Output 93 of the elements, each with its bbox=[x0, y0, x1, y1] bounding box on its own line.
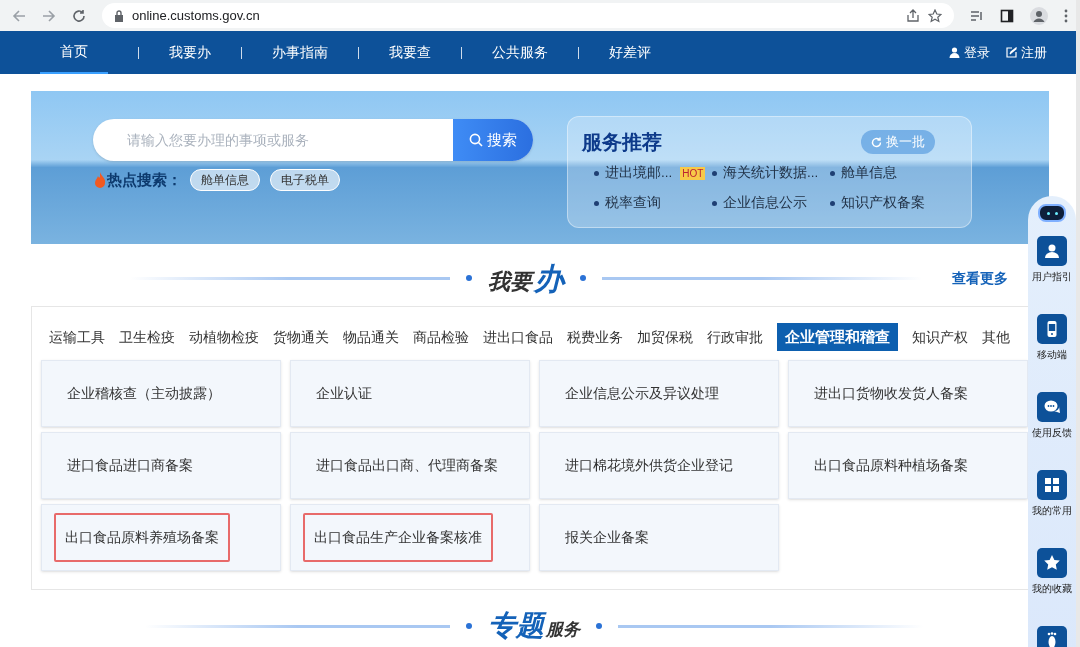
login-link[interactable]: 登录 bbox=[964, 42, 990, 63]
recommend-title: 服务推荐 bbox=[582, 130, 662, 155]
service-label: 企业稽核查（主动披露） bbox=[66, 384, 222, 403]
category-tab[interactable]: 知识产权 bbox=[912, 326, 968, 348]
service-label: 企业信息公示及异议处理 bbox=[564, 384, 720, 403]
category-tab[interactable]: 其他 bbox=[982, 326, 1010, 348]
service-label: 报关企业备案 bbox=[564, 528, 650, 547]
side-panel-icon[interactable] bbox=[1000, 8, 1014, 23]
service-card[interactable]: 进口食品出口商、代理商备案 bbox=[290, 432, 530, 499]
service-card[interactable]: 进出口货物收发货人备案 bbox=[788, 360, 1028, 427]
nav-tab[interactable]: 我要查 bbox=[389, 31, 431, 74]
sidebar-button[interactable] bbox=[1037, 236, 1067, 266]
nav-tab[interactable]: 好差评 bbox=[609, 31, 651, 74]
service-card[interactable]: 出口食品原料养殖场备案 bbox=[41, 504, 281, 571]
share-icon[interactable] bbox=[906, 8, 920, 23]
address-bar[interactable]: online.customs.gov.cn bbox=[102, 3, 954, 28]
refresh-icon bbox=[871, 136, 882, 148]
category-tab[interactable]: 企业管理和稽查 bbox=[777, 322, 898, 352]
profile-icon[interactable] bbox=[1030, 6, 1048, 25]
robot-icon[interactable] bbox=[1038, 204, 1066, 222]
service-label: 出口食品原料种植场备案 bbox=[813, 456, 969, 475]
search-icon bbox=[469, 133, 483, 147]
category-tab[interactable]: 运输工具 bbox=[49, 326, 105, 348]
category-tab[interactable]: 商品检验 bbox=[413, 326, 469, 348]
menu-icon[interactable] bbox=[1064, 8, 1068, 23]
bullet-icon bbox=[830, 200, 835, 206]
service-card[interactable]: 进口棉花境外供货企业登记 bbox=[539, 432, 779, 499]
nav-tab[interactable]: 公共服务 bbox=[492, 31, 548, 74]
service-label: 进出口货物收发货人备案 bbox=[813, 384, 969, 403]
category-tab[interactable]: 加贸保税 bbox=[637, 326, 693, 348]
bullet-icon bbox=[712, 200, 717, 206]
lock-icon bbox=[114, 9, 124, 22]
service-label: 出口食品原料养殖场备案 bbox=[54, 513, 230, 562]
service-label: 进口食品进口商备案 bbox=[66, 456, 194, 475]
service-card[interactable]: 出口食品生产企业备案核准 bbox=[290, 504, 530, 571]
service-label: 企业认证 bbox=[315, 384, 373, 403]
bullet-icon bbox=[830, 170, 835, 176]
bullet-icon bbox=[594, 200, 599, 206]
more-link[interactable]: 查看更多 bbox=[952, 267, 1008, 289]
sidebar-button[interactable] bbox=[1037, 314, 1067, 344]
hot-search-label: 热点搜索： bbox=[107, 170, 182, 190]
service-card[interactable]: 企业信息公示及异议处理 bbox=[539, 360, 779, 427]
user-icon bbox=[949, 47, 960, 58]
nav-tab[interactable]: 办事指南 bbox=[272, 31, 328, 74]
star-icon[interactable] bbox=[928, 8, 942, 23]
recommend-link[interactable]: 海关统计数据... bbox=[723, 163, 819, 184]
playlist-icon[interactable] bbox=[970, 8, 984, 23]
recommend-link[interactable]: 知识产权备案 bbox=[841, 193, 925, 214]
sidebar-label: 移动端 bbox=[1037, 348, 1067, 362]
search-field[interactable]: 请输入您要办理的事项或服务 搜索 bbox=[93, 119, 533, 161]
sidebar-button[interactable] bbox=[1037, 470, 1067, 500]
category-tab[interactable]: 税费业务 bbox=[567, 326, 623, 348]
category-tab[interactable]: 行政审批 bbox=[707, 326, 763, 348]
sidebar-label: 用户指引 bbox=[1032, 270, 1072, 284]
edit-icon bbox=[1006, 47, 1017, 58]
sidebar-label: 我的常用 bbox=[1032, 504, 1072, 518]
section-title: 专题服务 bbox=[488, 609, 580, 643]
category-tab[interactable]: 卫生检疫 bbox=[119, 326, 175, 348]
recommend-link[interactable]: 进出境邮... bbox=[605, 163, 673, 184]
hot-badge: HOT bbox=[680, 166, 706, 180]
search-button[interactable]: 搜索 bbox=[453, 119, 533, 161]
bullet-icon bbox=[712, 170, 717, 176]
recommend-link[interactable]: 税率查询 bbox=[605, 193, 661, 214]
sidebar-label: 使用反馈 bbox=[1032, 426, 1072, 440]
service-card[interactable]: 报关企业备案 bbox=[539, 504, 779, 571]
nav-tab[interactable]: 我要办 bbox=[169, 31, 211, 74]
sidebar-button[interactable] bbox=[1037, 392, 1067, 422]
service-label: 出口食品生产企业备案核准 bbox=[303, 513, 493, 562]
category-tab[interactable]: 动植物检疫 bbox=[189, 326, 259, 348]
category-tab[interactable]: 进出口食品 bbox=[483, 326, 553, 348]
grid-icon bbox=[1042, 475, 1062, 495]
sidebar-button[interactable] bbox=[1037, 548, 1067, 578]
category-tab[interactable]: 物品通关 bbox=[343, 326, 399, 348]
nav-tab[interactable]: 首页 bbox=[40, 31, 108, 74]
category-tab[interactable]: 货物通关 bbox=[273, 326, 329, 348]
reload-icon[interactable] bbox=[72, 8, 86, 23]
recommend-link[interactable]: 企业信息公示 bbox=[723, 193, 807, 214]
hot-search-tag[interactable]: 电子税单 bbox=[270, 169, 340, 192]
sidebar-button[interactable] bbox=[1037, 626, 1067, 647]
flame-icon bbox=[93, 172, 107, 189]
sidebar-label: 我的收藏 bbox=[1032, 582, 1072, 596]
service-label: 进口棉花境外供货企业登记 bbox=[564, 456, 734, 475]
service-label: 进口食品出口商、代理商备案 bbox=[315, 456, 499, 475]
service-card[interactable]: 进口食品进口商备案 bbox=[41, 432, 281, 499]
hot-search-tag[interactable]: 舱单信息 bbox=[190, 169, 260, 192]
bullet-icon bbox=[594, 170, 599, 176]
section-title: 我要办 bbox=[488, 260, 564, 297]
service-card[interactable]: 出口食品原料种植场备案 bbox=[788, 432, 1028, 499]
register-link[interactable]: 注册 bbox=[1021, 42, 1047, 63]
recommend-link[interactable]: 舱单信息 bbox=[841, 163, 897, 184]
service-card[interactable]: 企业认证 bbox=[290, 360, 530, 427]
service-card[interactable]: 企业稽核查（主动披露） bbox=[41, 360, 281, 427]
star-icon bbox=[1042, 553, 1062, 573]
